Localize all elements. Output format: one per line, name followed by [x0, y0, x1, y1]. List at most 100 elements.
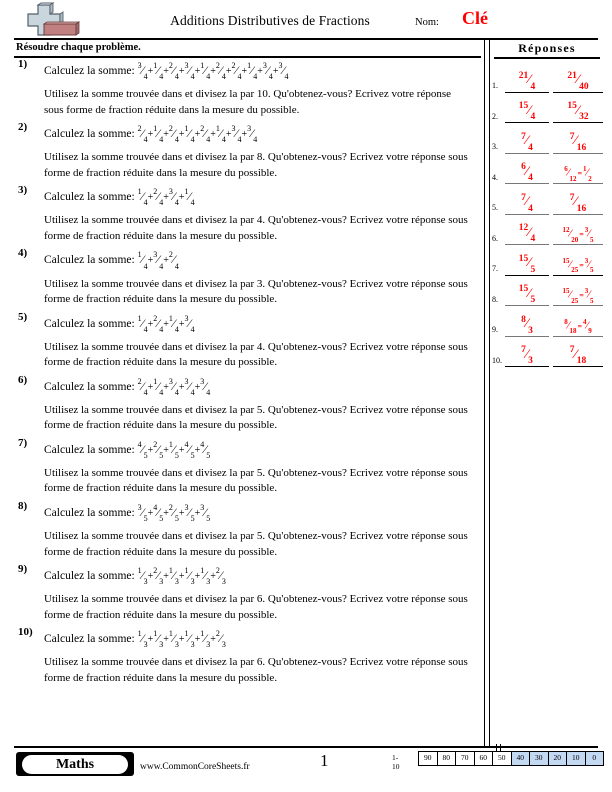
fraction: 1⁄5 [168, 439, 179, 460]
problem-question: Calculez la somme: 2⁄4+1⁄4+2⁄4+1⁄4+2⁄4+1… [44, 121, 472, 146]
fraction: 1⁄3 [137, 629, 148, 650]
problem-item: 9) Calculez la somme: 1⁄3+2⁄3+1⁄3+1⁄3+1⁄3… [0, 563, 480, 623]
answer-result: 21⁄40 [567, 70, 588, 92]
problem-prompt: Calculez la somme: [44, 443, 135, 456]
answer-result: 8⁄18=4⁄9 [564, 316, 591, 336]
fraction: 1⁄3 [153, 629, 164, 650]
problem-number: 4) [18, 247, 28, 260]
problem-instruction: Utilisez la somme trouvée dans et divise… [44, 593, 468, 621]
answer-row: 10. 7⁄3 7⁄18 [492, 339, 604, 370]
fraction: 3⁄5 [137, 502, 148, 523]
fraction: 8⁄18 [564, 317, 577, 336]
name-value: Clé [462, 8, 488, 28]
problem-body: Calculez la somme: 2⁄4+1⁄4+2⁄4+1⁄4+2⁄4+1… [44, 121, 472, 181]
problem-instruction: Utilisez la somme trouvée dans et divise… [44, 277, 468, 306]
scale-cell: 70 [456, 751, 475, 766]
problem-item: 2) Calculez la somme: 2⁄4+1⁄4+2⁄4+1⁄4+2⁄4… [0, 121, 480, 181]
problem-question: Calculez la somme: 2⁄4+1⁄4+3⁄4+3⁄4+3⁄4 [44, 374, 472, 399]
fraction: 1⁄4 [184, 187, 195, 208]
problem-item: 6) Calculez la somme: 2⁄4+1⁄4+3⁄4+3⁄4+3⁄4… [0, 374, 480, 434]
problem-item: 7) Calculez la somme: 4⁄5+2⁄5+1⁄5+4⁄5+4⁄5… [0, 437, 480, 497]
fraction: 3⁄5 [584, 287, 594, 305]
problem-prompt: Calculez la somme: [44, 64, 135, 77]
problem-body: Calculez la somme: 3⁄4+1⁄4+2⁄4+3⁄4+1⁄4+2… [44, 58, 472, 118]
problem-body: Calculez la somme: 4⁄5+2⁄5+1⁄5+4⁄5+4⁄5 Ut… [44, 437, 472, 497]
fraction: 2⁄4 [137, 376, 148, 397]
fraction: 1⁄3 [137, 566, 148, 587]
fraction: 1⁄4 [200, 61, 211, 82]
fraction: 1⁄3 [200, 629, 211, 650]
problem-instruction: Utilisez la somme trouvée dans et divise… [44, 214, 468, 242]
answer-index: 8. [492, 294, 498, 304]
page-footer: Maths www.CommonCoreSheets.fr 1 1-10 90 8… [0, 744, 612, 792]
fraction: 2⁄4 [168, 250, 179, 271]
page-title: Additions Distributives de Fractions [170, 13, 370, 28]
problem-body: Calculez la somme: 1⁄4+3⁄4+2⁄4 Utilisez l… [44, 247, 472, 307]
fraction: 2⁄4 [153, 313, 164, 334]
answer-row: 7. 15⁄5 15⁄25=3⁄5 [492, 247, 604, 278]
fraction: 7⁄16 [569, 131, 587, 153]
answer-result: 7⁄16 [569, 192, 587, 214]
problem-body: Calculez la somme: 2⁄4+1⁄4+3⁄4+3⁄4+3⁄4 Ut… [44, 374, 472, 434]
problem-item: 5) Calculez la somme: 1⁄4+2⁄4+1⁄4+3⁄4 Util… [0, 311, 480, 371]
problem-list: 1) Calculez la somme: 3⁄4+1⁄4+2⁄4+3⁄4+1⁄4… [0, 58, 480, 689]
fraction: 2⁄4 [215, 61, 226, 82]
answer-result-cell: 12⁄20=3⁄5 [553, 218, 603, 245]
answer-sum-cell: 21⁄4 [505, 66, 549, 93]
answer-index: 6. [492, 233, 498, 243]
fraction: 3⁄4 [184, 61, 195, 82]
site-url: www.CommonCoreSheets.fr [140, 762, 250, 772]
answer-sum-cell: 6⁄4 [505, 157, 549, 184]
fraction: 2⁄3 [215, 566, 226, 587]
fraction: 3⁄4 [137, 61, 148, 82]
fraction: 7⁄16 [569, 192, 587, 214]
problem-prompt: Calculez la somme: [44, 380, 135, 393]
fraction: 3⁄4 [262, 61, 273, 82]
answer-result-cell: 15⁄25=3⁄5 [553, 279, 603, 306]
fraction: 1⁄4 [137, 187, 148, 208]
fraction: 4⁄5 [200, 439, 211, 460]
answer-row: 2. 15⁄4 15⁄32 [492, 95, 604, 126]
fraction: 4⁄5 [184, 439, 195, 460]
fraction: 2⁄4 [168, 61, 179, 82]
problem-prompt: Calculez la somme: [44, 632, 135, 645]
answer-row: 9. 8⁄3 8⁄18=4⁄9 [492, 308, 604, 339]
answer-result: 15⁄32 [567, 101, 588, 122]
fraction: 3⁄4 [278, 61, 289, 82]
fraction: 3⁄4 [168, 187, 179, 208]
problem-number: 7) [18, 436, 28, 449]
answer-sum-cell: 7⁄3 [505, 340, 549, 367]
problem-body: Calculez la somme: 3⁄5+4⁄5+2⁄5+3⁄5+3⁄5 Ut… [44, 500, 472, 560]
answer-index: 1. [492, 81, 498, 90]
page-header: Additions Distributives de Fractions Nom… [0, 0, 612, 40]
problem-prompt: Calculez la somme: [44, 506, 135, 519]
answer-result: 12⁄20=3⁄5 [563, 224, 594, 243]
fraction: 1⁄4 [137, 250, 148, 271]
answer-sum: 15⁄4 [519, 101, 535, 122]
fraction: 1⁄3 [200, 566, 211, 587]
fraction: 2⁄5 [153, 439, 164, 460]
answer-result-cell: 7⁄16 [553, 188, 603, 215]
fraction: 1⁄4 [153, 376, 164, 397]
fraction: 6⁄4 [521, 162, 533, 183]
answer-row: 5. 7⁄4 7⁄16 [492, 186, 604, 217]
problem-body: Calculez la somme: 1⁄3+1⁄3+1⁄3+1⁄3+1⁄3+2… [44, 626, 472, 686]
answer-result-cell: 6⁄12=1⁄2 [553, 157, 603, 184]
answer-result-cell: 7⁄16 [553, 127, 603, 154]
problem-prompt: Calculez la somme: [44, 569, 135, 582]
problem-question: Calculez la somme: 1⁄3+2⁄3+1⁄3+1⁄3+1⁄3+2… [44, 563, 472, 588]
fraction: 1⁄3 [184, 629, 195, 650]
problem-number: 10) [18, 626, 33, 639]
problem-instruction: Utilisez la somme trouvée dans et divise… [44, 340, 468, 369]
fraction: 3⁄4 [200, 376, 211, 397]
answer-key-column: 1. 21⁄4 21⁄40 2. 15⁄4 15⁄32 3. 7⁄4 7⁄16 4. 6⁄4 6⁄12… [492, 64, 604, 369]
problem-number: 9) [18, 563, 28, 575]
answers-header: Réponses [494, 41, 600, 59]
name-label: Nom: [415, 17, 439, 28]
fraction: 3⁄4 [184, 376, 195, 397]
fraction: 7⁄18 [569, 345, 587, 366]
fraction: 2⁄4 [137, 124, 148, 145]
answer-sum: 7⁄4 [521, 131, 533, 153]
fraction: 15⁄25 [562, 256, 579, 275]
answer-sum: 7⁄3 [521, 345, 533, 366]
